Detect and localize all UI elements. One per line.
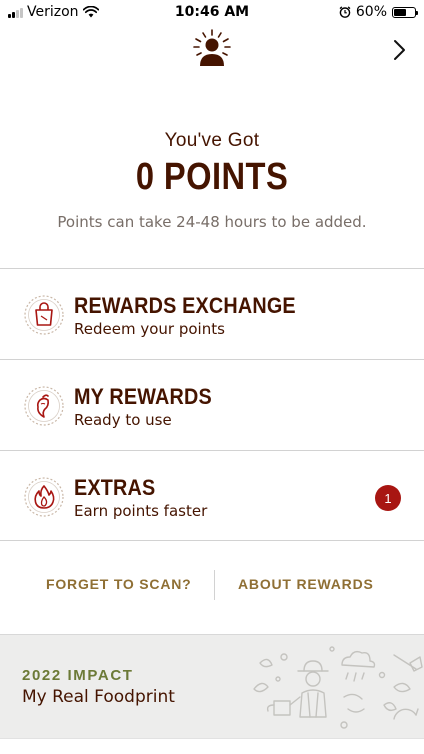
points-summary: You've Got 0 POINTS Points can take 24-4… [0, 130, 424, 231]
menu-item-subtitle: Ready to use [74, 411, 172, 429]
forget-to-scan-link[interactable]: FORGET TO SCAN? [46, 576, 192, 592]
menu-item-title: REWARDS EXCHANGE [74, 293, 296, 318]
bottom-strip [0, 738, 424, 754]
battery-percent: 60% [355, 4, 387, 20]
profile-sun-icon[interactable] [192, 28, 232, 68]
menu-item-extras[interactable]: EXTRAS Earn points faster 1 [0, 450, 424, 541]
alarm-icon [339, 6, 351, 18]
menu-item-title: MY REWARDS [74, 384, 212, 409]
menu-item-subtitle: Redeem your points [74, 320, 225, 338]
about-rewards-link[interactable]: ABOUT REWARDS [238, 576, 374, 592]
status-right: 60% [339, 4, 418, 20]
menu-item-rewards-exchange[interactable]: REWARDS EXCHANGE Redeem your points [0, 268, 424, 359]
chevron-right-icon[interactable] [392, 39, 406, 61]
points-value: 0 POINTS [135, 156, 289, 198]
shopping-bag-icon [24, 295, 64, 335]
menu-item-my-rewards[interactable]: MY REWARDS Ready to use [0, 359, 424, 450]
menu-item-title: EXTRAS [74, 475, 156, 500]
status-bar: Verizon 10:46 AM 60% [0, 0, 424, 24]
rewards-menu: REWARDS EXCHANGE Redeem your points MY R… [0, 268, 424, 541]
pepper-icon [24, 386, 64, 426]
flame-icon [24, 477, 64, 517]
help-links: FORGET TO SCAN? ABOUT REWARDS [0, 560, 424, 610]
links-divider [214, 570, 215, 600]
points-heading: You've Got [164, 130, 260, 151]
notification-badge: 1 [375, 485, 401, 511]
impact-title: My Real Foodprint [22, 687, 175, 707]
impact-banner[interactable]: 2022 IMPACT My Real Foodprint [0, 634, 424, 738]
impact-label: 2022 IMPACT [22, 667, 134, 684]
points-note: Points can take 24-48 hours to be added. [57, 213, 367, 231]
menu-item-subtitle: Earn points faster [74, 502, 208, 520]
battery-icon [392, 6, 418, 18]
farmer-illustration-icon [253, 646, 423, 729]
